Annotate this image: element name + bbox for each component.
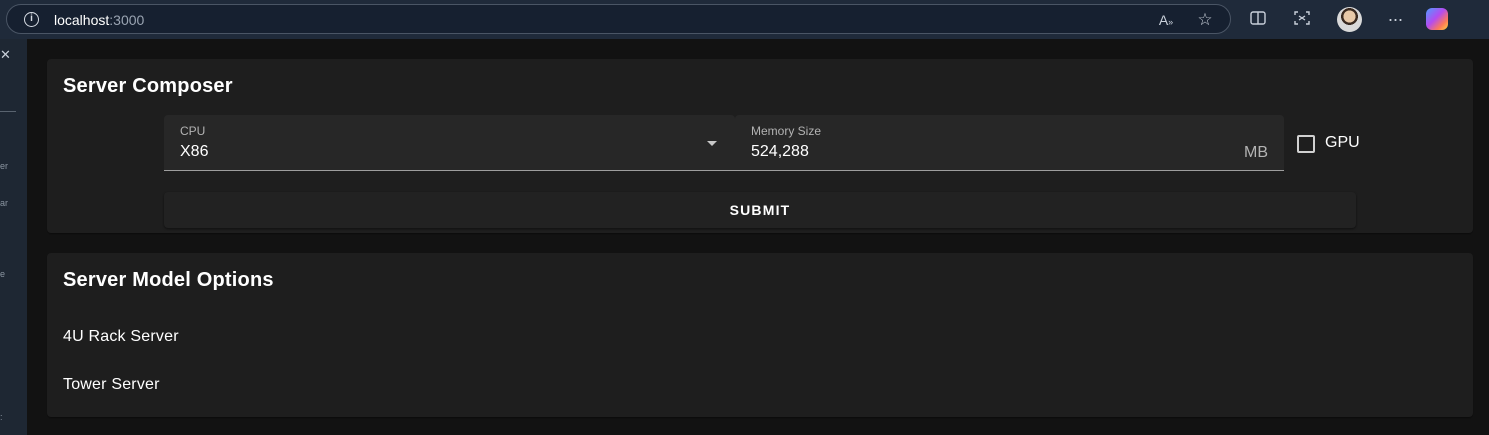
list-item[interactable]: Tower Server — [63, 376, 160, 394]
list-item[interactable]: 4U Rack Server — [63, 328, 179, 346]
memory-unit: MB — [1244, 144, 1268, 161]
star-icon[interactable]: ☆ — [1196, 11, 1214, 29]
more-icon[interactable]: ··· — [1385, 9, 1405, 29]
chevron-down-icon[interactable] — [707, 141, 717, 146]
side-fragment-3: e — [0, 269, 6, 279]
split-screen-icon[interactable] — [1248, 9, 1268, 29]
composer-title: Server Composer — [63, 75, 233, 97]
submit-button[interactable]: SUBMIT — [164, 192, 1356, 228]
read-aloud-icon[interactable]: A» — [1157, 11, 1175, 29]
options-title: Server Model Options — [63, 269, 274, 291]
side-divider — [0, 111, 16, 112]
side-panel: ✕ er ar e : — [0, 39, 27, 435]
browser-toolbar: i localhost:3000 A» ☆ ··· — [0, 0, 1489, 39]
memory-size-field[interactable]: Memory Size 524,288 MB — [735, 115, 1284, 171]
url-port: :3000 — [109, 12, 145, 28]
memory-label: Memory Size — [751, 124, 822, 138]
avatar[interactable] — [1337, 7, 1362, 32]
main-content: Server Composer CPU X86 Memory Size 524,… — [27, 39, 1489, 435]
server-composer-card: Server Composer CPU X86 Memory Size 524,… — [47, 59, 1473, 233]
gpu-label[interactable]: GPU — [1325, 134, 1360, 152]
cpu-value: X86 — [180, 143, 209, 160]
screenshot-icon[interactable] — [1292, 9, 1312, 29]
address-bar[interactable]: i localhost:3000 A» ☆ — [6, 4, 1231, 34]
url-host: localhost — [54, 12, 110, 28]
close-icon[interactable]: ✕ — [0, 48, 11, 61]
gpu-checkbox[interactable] — [1297, 135, 1315, 153]
side-fragment-4: : — [0, 412, 3, 422]
memory-value[interactable]: 524,288 — [751, 143, 809, 161]
copilot-icon[interactable] — [1426, 8, 1448, 30]
url-text[interactable]: localhost:3000 — [54, 12, 144, 28]
cpu-select[interactable]: CPU X86 — [164, 115, 735, 171]
cpu-label: CPU — [180, 124, 206, 138]
info-icon[interactable]: i — [24, 12, 39, 27]
side-fragment-1: er — [0, 161, 9, 171]
side-fragment-2: ar — [0, 198, 9, 208]
server-model-options-card: Server Model Options 4U Rack Server Towe… — [47, 253, 1473, 417]
